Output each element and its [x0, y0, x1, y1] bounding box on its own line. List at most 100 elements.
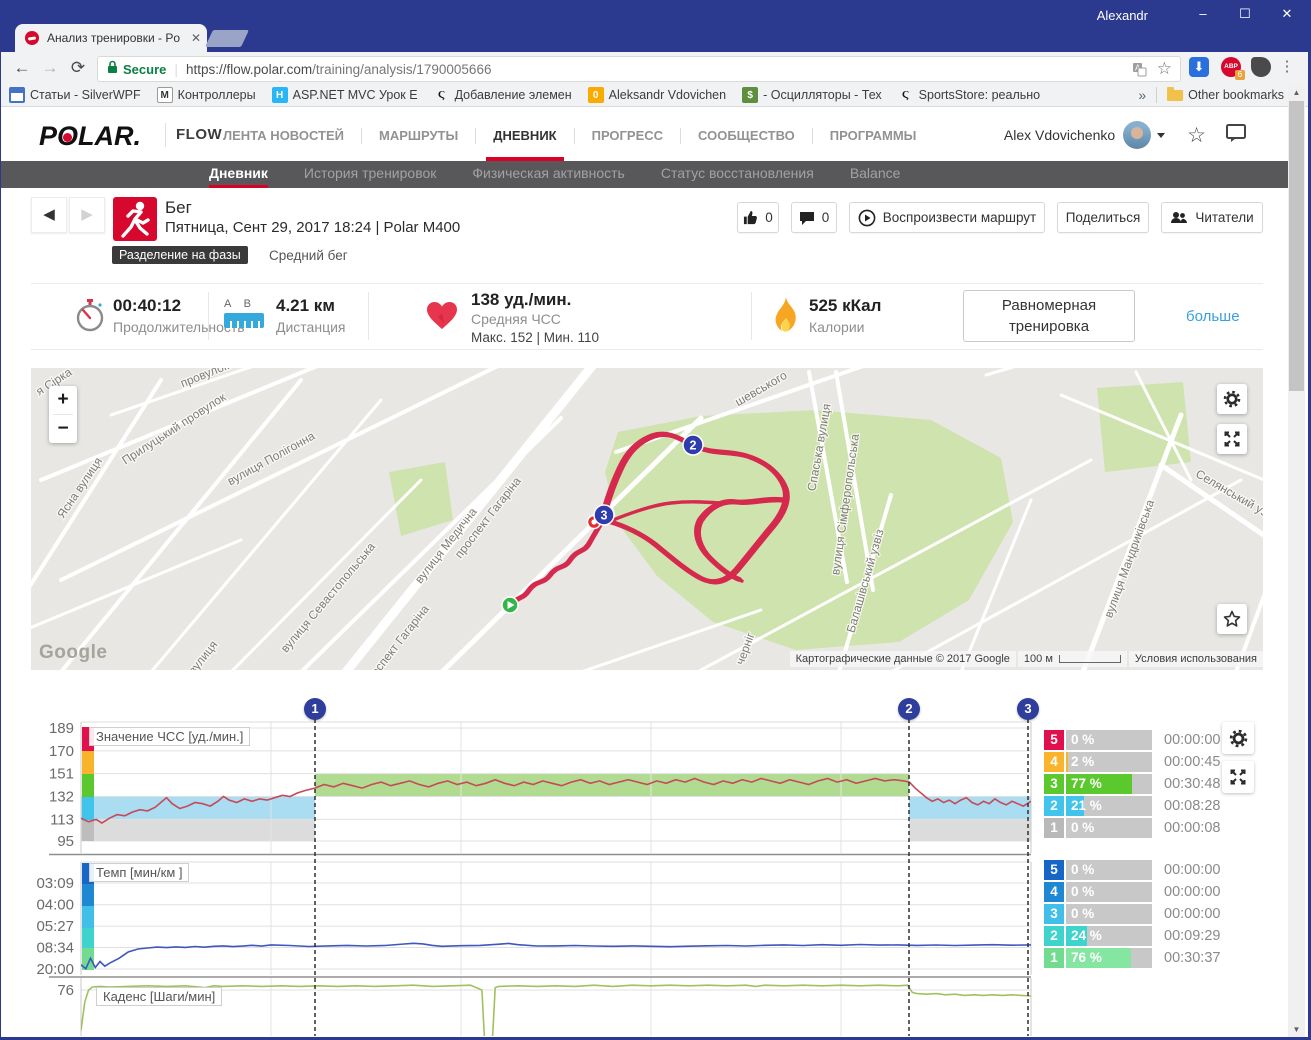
google-logo[interactable]: Google	[39, 642, 107, 664]
running-sport-icon	[113, 197, 157, 241]
nav-community[interactable]: СООБЩЕСТВО	[681, 119, 812, 153]
zone-row-2: 2 21 % 00:08:28	[1044, 796, 1236, 816]
calories-stat: 525 кКал Калории	[809, 296, 881, 335]
subnav-balance[interactable]: Balance	[850, 161, 901, 188]
bookmarks-overflow-chevron[interactable]: »	[1138, 87, 1146, 103]
stopwatch-icon	[74, 297, 106, 340]
zoom-out-button[interactable]: −	[49, 415, 77, 443]
bookmark-item[interactable]: Ϛ SportsStore: реально	[898, 87, 1040, 103]
map-phase-marker-2[interactable]: 2	[682, 434, 704, 456]
bookmark-item[interactable]: Статьи - SilverWPF	[9, 87, 141, 103]
nav-progress[interactable]: ПРОГРЕСС	[575, 119, 680, 153]
phase-marker-1[interactable]: 1	[304, 698, 326, 720]
bookmark-item[interactable]: 0 Aleksandr Vdovichen	[587, 87, 726, 103]
nav-programs[interactable]: ПРОГРАММЫ	[813, 119, 934, 153]
zone-row-1: 10 % 00:00:08	[1044, 818, 1236, 838]
distance-value: 4.21 км	[276, 296, 335, 315]
pace-tick: 20:00	[36, 961, 74, 978]
route-map[interactable]: Прилуцький провулок вулиця Полігонна Ясна …	[31, 368, 1263, 670]
session-sport-title: Бег	[165, 198, 192, 217]
new-tab-button[interactable]	[205, 30, 249, 47]
flame-icon	[773, 297, 799, 339]
polar-logo[interactable]: POLAR.	[39, 121, 141, 152]
nav-diary[interactable]: ДНЕВНИК	[476, 119, 573, 161]
polar-logo-dot	[63, 133, 73, 142]
adblock-extension-icon[interactable]: ABP 6	[1221, 57, 1245, 80]
phase-marker-3[interactable]: 3	[1017, 698, 1039, 720]
subnav-recovery[interactable]: Статус восстановления	[661, 161, 814, 188]
comment-button[interactable]: 0	[791, 202, 837, 233]
bookmark-favicon: $	[742, 87, 759, 103]
calories-value: 525 кКал	[809, 296, 882, 315]
evernote-extension-icon[interactable]	[1251, 57, 1271, 77]
adblock-badge: 6	[1235, 70, 1245, 80]
like-button[interactable]: 0	[737, 202, 779, 233]
prev-session-button[interactable]: ◀	[31, 197, 67, 233]
subnav-diary[interactable]: Дневник	[209, 161, 268, 188]
svg-text:2: 2	[690, 439, 697, 453]
bookmark-item[interactable]: $ - Осцилляторы - Тех	[742, 87, 882, 103]
user-name[interactable]: Alex Vdovichenko	[1004, 127, 1115, 143]
other-bookmarks[interactable]: Other bookmarks	[1167, 86, 1284, 102]
hr-chart-legend: Значение ЧСС [уд./мин.]	[89, 727, 251, 746]
back-icon[interactable]: ←	[9, 55, 35, 81]
comment-count: 0	[821, 210, 830, 225]
url-domain: https://flow.polar.com	[186, 61, 313, 77]
heart-icon	[426, 301, 458, 335]
map-settings-button[interactable]	[1217, 384, 1247, 414]
pace-zones-table: 50 % 00:00:00 4 0 % 00:00:00 3 0 % 00:00:00 2 24 …	[1044, 860, 1236, 970]
window-close-button[interactable]: ✕	[1272, 4, 1302, 24]
nav-routes[interactable]: МАРШРУТЫ	[362, 119, 475, 153]
tab-close-icon[interactable]: ✕	[191, 31, 201, 45]
zone-row-4: 40 % 00:00:00	[1044, 882, 1236, 902]
chevron-down-icon[interactable]	[1157, 132, 1166, 138]
subnav-history[interactable]: История тренировок	[304, 161, 436, 188]
cadence-chart-legend: Каденс [Шаги/мин]	[96, 987, 223, 1006]
phase-marker-2[interactable]: 2	[898, 698, 920, 720]
chart-settings-button[interactable]	[1222, 722, 1254, 754]
chrome-menu-icon[interactable]: ⋮	[1277, 57, 1297, 77]
zone-row-4: 42 % 00:00:45	[1044, 752, 1236, 772]
bookmark-item[interactable]: H ASP.NET MVC Урок Е	[271, 87, 418, 103]
hr-tick: 170	[49, 743, 74, 760]
map-phase-marker-3[interactable]: 3	[593, 504, 615, 526]
avatar[interactable]	[1123, 121, 1152, 149]
chart-fullscreen-button[interactable]	[1222, 761, 1254, 793]
bookmark-item[interactable]: M Контроллеры	[156, 87, 256, 103]
training-benefit-button[interactable]: Равномерная тренировка	[963, 290, 1135, 342]
scroll-down-icon[interactable]: ▼	[1288, 1022, 1305, 1037]
reload-icon[interactable]: ⟳	[65, 55, 91, 81]
replay-route-button[interactable]: Воспроизвести маршрут	[849, 202, 1045, 233]
nav-feed[interactable]: ЛЕНТА НОВОСТЕЙ	[206, 119, 361, 153]
page-scrollbar[interactable]: ▲ ▼	[1288, 85, 1305, 1037]
feedback-chat-icon[interactable]	[1226, 123, 1246, 147]
download-extension-icon[interactable]: ⬇	[1189, 57, 1209, 77]
translate-icon[interactable]: A	[1132, 62, 1147, 77]
scrollbar-thumb[interactable]	[1289, 101, 1304, 391]
more-link[interactable]: больше	[1186, 308, 1240, 325]
main-nav: ЛЕНТА НОВОСТЕЙ МАРШРУТЫ ДНЕВНИК ПРОГРЕСС…	[206, 119, 934, 161]
session-note: Средний бег	[269, 248, 348, 263]
address-bar[interactable]: Secure | https://flow.polar.com/training…	[97, 56, 1181, 82]
bookmark-star-icon[interactable]: ☆	[1157, 59, 1172, 79]
phase-split-badge[interactable]: Разделение на фазы	[112, 246, 248, 264]
chrome-profile-name[interactable]: Alexandr	[1097, 8, 1148, 23]
next-session-button[interactable]: ▶	[69, 197, 105, 233]
zone-row-1: 1 76 % 00:30:37	[1044, 948, 1236, 968]
pace-tick: 08:34	[36, 940, 74, 957]
scroll-up-icon[interactable]: ▲	[1288, 85, 1305, 100]
zoom-in-button[interactable]: +	[49, 386, 77, 414]
browser-tab[interactable]: Анализ тренировки - Po ✕	[15, 24, 207, 52]
window-minimize-button[interactable]: –	[1188, 4, 1218, 24]
map-terms-link[interactable]: Условия использования	[1128, 651, 1263, 667]
followers-button[interactable]: Читатели	[1161, 202, 1263, 233]
favorites-star-icon[interactable]: ☆	[1187, 123, 1206, 148]
hr-tick: 132	[49, 789, 74, 806]
map-fullscreen-button[interactable]	[1217, 424, 1247, 454]
window-maximize-button[interactable]: ☐	[1230, 4, 1260, 24]
subnav-activity[interactable]: Физическая активность	[472, 161, 624, 188]
forward-icon[interactable]: →	[37, 55, 63, 81]
bookmark-item[interactable]: Ϛ Добавление элемен	[434, 87, 572, 103]
map-favorite-star-button[interactable]	[1217, 604, 1247, 634]
share-button[interactable]: Поделиться	[1057, 202, 1149, 233]
